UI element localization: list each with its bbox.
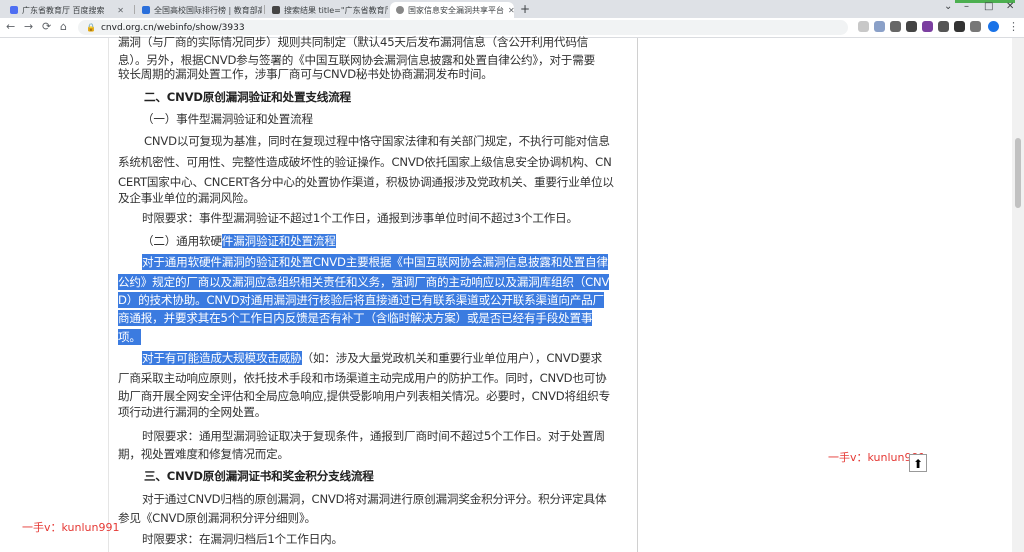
extension-icon[interactable]	[874, 21, 885, 32]
chevron-down-icon[interactable]: ⌄	[944, 1, 952, 12]
url-text: cnvd.org.cn/webinfo/show/3933	[100, 22, 245, 33]
extension-icon[interactable]	[858, 21, 869, 32]
time-requirement: 期，视处置难度和修复情况而定。	[118, 447, 289, 461]
extension-icon[interactable]	[922, 21, 933, 32]
paragraph-line: 对于通过CNVD归档的原创漏洞，CNVD将对漏洞进行原创漏洞奖金积分评分。积分评…	[142, 492, 607, 506]
paragraph-line: 较长周期的漏洞处置工作，涉事厂商可与CNVD秘书处协商漏洞发布时间。	[118, 67, 493, 81]
selected-text: 对于有可能造成大规模攻击威胁	[142, 351, 302, 365]
lock-icon: 🔒	[86, 23, 96, 32]
tab-2[interactable]: 全国高校国际排行榜 | 教育部高... ✕	[136, 2, 262, 18]
scrollbar-thumb[interactable]	[1015, 138, 1021, 208]
paragraph-line: 项行动进行漏洞的全网处置。	[118, 405, 267, 419]
paragraph-line: CERT国家中心、CNCERT各分中心的处置协作渠道，积极协调通报涉及党政机关、…	[118, 175, 614, 189]
tab-1[interactable]: 广东省教育厅 百度搜索 ✕	[4, 2, 130, 18]
page-content: 漏洞（与厂商的实际情况同步）规则共同制定（默认45天后发布漏洞信息（含公开利用代…	[0, 35, 1024, 552]
minimize-button[interactable]: –	[964, 1, 969, 12]
tab-bar: 广东省教育厅 百度搜索 ✕ 全国高校国际排行榜 | 教育部高... ✕ 搜索结果…	[0, 0, 1024, 18]
back-icon[interactable]: ←	[6, 20, 15, 33]
paragraph-line: 系统机密性、可用性、完整性造成破坏性的验证操作。CNVD依托国家上级信息安全协调…	[118, 155, 612, 169]
time-requirement: 时限要求：通用型漏洞验证取决于复现条件，通报到厂商时间不超过5个工作日。对于处置…	[142, 429, 605, 443]
reload-icon[interactable]: ⟳	[42, 20, 51, 33]
paragraph-line: 及企事业单位的漏洞风险。	[118, 191, 255, 205]
paragraph-line: 对于有可能造成大规模攻击威胁（如：涉及大量党政机关和重要行业单位用户），CNVD…	[142, 350, 602, 366]
section-heading: 二、CNVD原创漏洞验证和处置支线流程	[144, 90, 351, 104]
menu-icon[interactable]: ⋮	[1008, 20, 1019, 33]
selected-line: 公约》规定的厂商以及漏洞应急组织相关责任和义务，强调厂商的主动响应以及漏洞库组织…	[118, 274, 610, 290]
avatar[interactable]	[988, 21, 999, 32]
time-requirement: 时限要求：事件型漏洞验证不超过1个工作日，通报到涉事单位时间不超过3个工作日。	[142, 211, 578, 225]
selected-text: 件漏洞验证和处置流程	[221, 234, 336, 248]
extension-icon[interactable]	[906, 21, 917, 32]
home-icon[interactable]: ⌂	[60, 20, 67, 33]
tab-title: 搜索结果 title="广东省教育厅" ...	[284, 5, 388, 15]
tab-separator	[134, 5, 135, 14]
paragraph-line: CNVD以可复现为基准，同时在复现过程中恪守国家法律和有关部门规定，不执行可能对…	[144, 134, 610, 148]
close-window-button[interactable]: ✕	[1006, 1, 1014, 12]
subsection-heading: （一）事件型漏洞验证和处置流程	[142, 112, 313, 126]
globe-icon	[396, 6, 404, 14]
scrollbar[interactable]	[1012, 38, 1024, 552]
address-bar[interactable]: 🔒 cnvd.org.cn/webinfo/show/3933	[78, 20, 848, 35]
site-icon	[142, 6, 150, 14]
subsection-heading: （二）通用软硬件漏洞验证和处置流程	[142, 233, 336, 249]
close-icon[interactable]: ✕	[113, 6, 124, 15]
paragraph-line: 参见《CNVD原创漏洞积分评分细则》。	[118, 511, 316, 525]
forward-icon[interactable]: →	[24, 20, 33, 33]
tab-title: 广东省教育厅 百度搜索	[22, 5, 105, 15]
paragraph-line: 漏洞（与厂商的实际情况同步）规则共同制定（默认45天后发布漏洞信息（含公开利用代…	[118, 35, 589, 49]
selected-line: 商通报，并要求其在5个工作日内反馈是否有补丁（含临时解决方案）或是否已经有手段处…	[118, 310, 593, 326]
watermark: 一手v：kunlun991	[22, 521, 120, 534]
tab-title: 全国高校国际排行榜 | 教育部高...	[154, 5, 262, 15]
baidu-icon	[10, 6, 18, 14]
heading-part: （二）通用软硬	[142, 234, 222, 248]
selected-line: 对于通用软硬件漏洞的验证和处置CNVD主要根据《中国互联网协会漏洞信息披露和处置…	[142, 254, 608, 270]
selected-line: D）的技术协助。CNVD对通用漏洞进行核验后将直接通过已有联系渠道或公开联系渠道…	[118, 292, 604, 308]
section-heading: 三、CNVD原创漏洞证书和奖金积分支线流程	[144, 469, 374, 483]
puzzle-icon[interactable]	[954, 21, 965, 32]
paragraph-line: 助厂商开展全网安全评估和全局应急响应,提供受影响用户列表相关情况。必要时，CNV…	[118, 389, 611, 403]
tab-3[interactable]: 搜索结果 title="广东省教育厅" ... ✕	[266, 2, 388, 18]
paragraph-line: 厂商采取主动响应原则，依托技术手段和市场渠道主动完成用户的防护工作。同时，CNV…	[118, 371, 607, 385]
extension-icon[interactable]	[938, 21, 949, 32]
text-part: （如：涉及大量党政机关和重要行业单位用户），CNVD要求	[301, 351, 603, 365]
sidebar-icon[interactable]	[970, 21, 981, 32]
new-tab-button[interactable]: +	[520, 2, 530, 16]
tab-separator	[264, 5, 265, 14]
maximize-button[interactable]: □	[984, 1, 993, 12]
tab-title: 国家信息安全漏洞共享平台	[408, 5, 504, 15]
site-icon	[272, 6, 280, 14]
time-requirement: 时限要求：在漏洞归档后1个工作日内。	[142, 532, 343, 546]
tab-4-active[interactable]: 国家信息安全漏洞共享平台 ✕	[390, 2, 514, 18]
extension-icon[interactable]	[890, 21, 901, 32]
close-icon[interactable]: ✕	[504, 6, 514, 15]
back-to-top-button[interactable]: ⬆	[909, 454, 927, 472]
selected-line: 项。	[118, 329, 141, 345]
